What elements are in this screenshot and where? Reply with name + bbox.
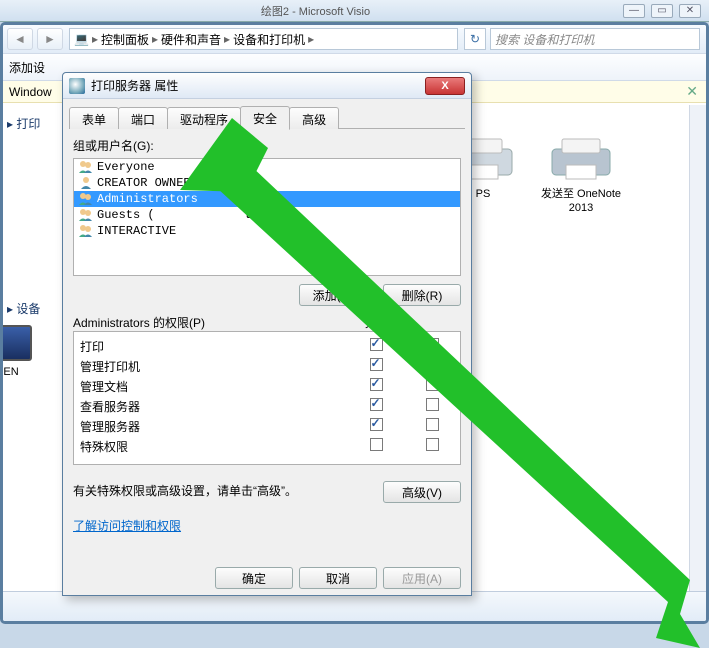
note-text: 有关特殊权限或高级设置，请单击“高级”。	[73, 484, 383, 500]
checkbox-deny[interactable]	[426, 338, 439, 351]
dialog-title: 打印服务器 属性	[91, 77, 178, 94]
list-item-selected[interactable]: Administrators	[74, 191, 460, 207]
section-devices[interactable]: ▸ 设备	[7, 300, 40, 317]
perm-row: 管理文档	[74, 376, 460, 396]
printer-item-onenote[interactable]: 发送至 OneNote 2013	[531, 135, 631, 216]
ok-button[interactable]: 确定	[215, 567, 293, 589]
refresh-button[interactable]: ↻	[464, 28, 486, 50]
apply-button[interactable]: 应用(A)	[383, 567, 461, 589]
crumb-1[interactable]: 硬件和声音	[161, 31, 221, 48]
breadcrumb[interactable]: 💻▸ 控制面板▸ 硬件和声音▸ 设备和打印机▸	[69, 28, 458, 50]
checkbox-allow[interactable]	[370, 438, 383, 451]
close-icon[interactable]: ✕	[679, 4, 701, 18]
tab-form[interactable]: 表单	[69, 107, 119, 129]
perm-row: 管理服务器	[74, 416, 460, 436]
tab-port[interactable]: 端口	[118, 107, 168, 129]
group-users-label: 组或用户名(G):	[73, 137, 461, 154]
cancel-button[interactable]: 取消	[299, 567, 377, 589]
perm-row: 打印	[74, 336, 460, 356]
permissions-box: 打印 管理打印机 管理文档 查看服务器 管理服务器 特殊权限	[73, 331, 461, 465]
section-printers[interactable]: ▸ 打印	[7, 115, 40, 132]
users-listbox[interactable]: Everyone CREATOR OWNER Administrators Gu…	[73, 158, 461, 276]
tab-strip: 表单 端口 驱动程序 安全 高级	[69, 105, 465, 129]
tab-driver[interactable]: 驱动程序	[167, 107, 241, 129]
checkbox-allow[interactable]	[370, 378, 383, 391]
dialog-icon	[69, 78, 85, 94]
advanced-button[interactable]: 高级(V)	[383, 481, 461, 503]
dialog-body: 组或用户名(G): Everyone CREATOR OWNER Adminis…	[63, 129, 471, 534]
crumb-icon: 💻▸	[74, 32, 101, 46]
add-device-label[interactable]: 添加设	[9, 59, 45, 76]
visio-titlebar: 绘图2 - Microsoft Visio — ▭ ✕	[0, 0, 709, 22]
scrollbar[interactable]	[689, 105, 706, 591]
add-user-button[interactable]: 添加(D)...	[299, 284, 377, 306]
tab-security[interactable]: 安全	[240, 106, 290, 130]
checkbox-deny[interactable]	[426, 418, 439, 431]
perm-row: 查看服务器	[74, 396, 460, 416]
list-item[interactable]: Guests (ts)	[74, 207, 460, 223]
perm-col-deny	[405, 314, 461, 331]
dialog-close-button[interactable]: X	[425, 77, 465, 95]
maximize-icon[interactable]: ▭	[651, 4, 673, 18]
search-input[interactable]: 搜索 设备和打印机	[490, 28, 700, 50]
app-title: 绘图2 - Microsoft Visio	[8, 3, 623, 19]
back-button[interactable]: ◄	[7, 28, 33, 50]
list-item[interactable]: INTERACTIVE	[74, 223, 460, 239]
group-icon	[78, 224, 94, 238]
minimize-icon[interactable]: —	[623, 4, 645, 18]
crumb-0[interactable]: 控制面板	[101, 31, 149, 48]
group-icon	[78, 208, 94, 222]
checkbox-deny[interactable]	[426, 438, 439, 451]
info-bar-text: Window	[9, 85, 52, 99]
print-server-properties-dialog: 打印服务器 属性 X 表单 端口 驱动程序 安全 高级 组或用户名(G): Ev…	[62, 72, 472, 596]
printer-label-top: 发送至 OneNote	[541, 188, 621, 200]
learn-acl-link[interactable]: 了解访问控制和权限	[73, 517, 181, 534]
checkbox-allow[interactable]	[370, 338, 383, 351]
perm-row: 管理打印机	[74, 356, 460, 376]
forward-button[interactable]: ►	[37, 28, 63, 50]
checkbox-allow[interactable]	[370, 398, 383, 411]
list-item[interactable]: CREATOR OWNER	[74, 175, 460, 191]
search-placeholder: 搜索 设备和打印机	[495, 31, 594, 48]
tab-advanced[interactable]: 高级	[289, 107, 339, 129]
explorer-toolbar: ◄ ► 💻▸ 控制面板▸ 硬件和声音▸ 设备和打印机▸ ↻ 搜索 设备和打印机	[3, 25, 706, 53]
checkbox-allow[interactable]	[370, 358, 383, 371]
user-icon	[78, 176, 94, 190]
device-item[interactable]: LEN	[2, 325, 43, 379]
printer-label-bot: 2013	[569, 202, 593, 214]
checkbox-deny[interactable]	[426, 378, 439, 391]
printer-icon	[546, 135, 616, 183]
info-bar-close-icon[interactable]: ✕	[686, 83, 698, 100]
checkbox-allow[interactable]	[370, 418, 383, 431]
checkbox-deny[interactable]	[426, 358, 439, 371]
perm-row: 特殊权限	[74, 436, 460, 456]
perm-label: Administrators 的权限(P)	[73, 314, 349, 331]
group-icon	[78, 192, 94, 206]
perm-col-allow: 允许	[349, 314, 405, 331]
device-label: LEN	[2, 365, 43, 379]
monitor-icon	[2, 325, 32, 361]
dialog-titlebar[interactable]: 打印服务器 属性 X	[63, 73, 471, 99]
remove-user-button[interactable]: 删除(R)	[383, 284, 461, 306]
crumb-2[interactable]: 设备和打印机	[233, 31, 305, 48]
group-icon	[78, 160, 94, 174]
checkbox-deny[interactable]	[426, 398, 439, 411]
list-item[interactable]: Everyone	[74, 159, 460, 175]
dialog-footer: 确定 取消 应用(A)	[215, 567, 461, 589]
